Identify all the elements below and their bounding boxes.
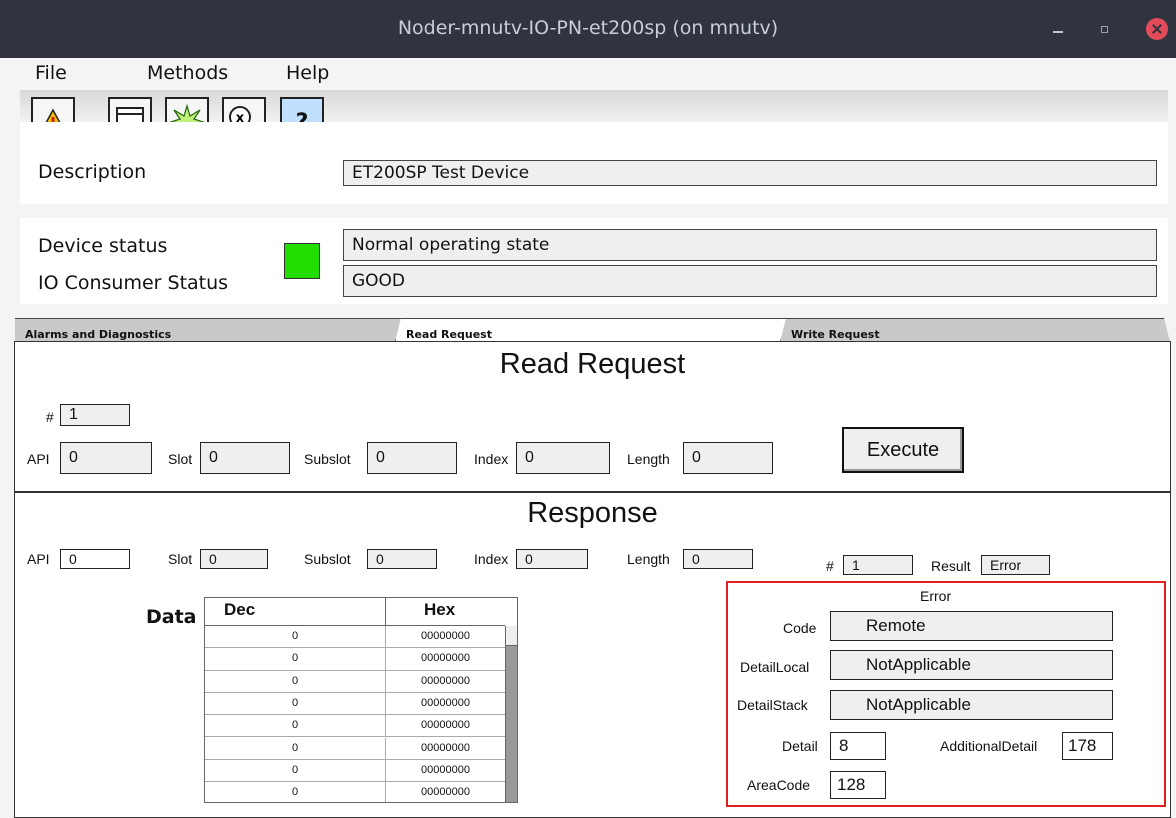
subslot-input[interactable]: 0 xyxy=(367,442,457,474)
table-row: 0 00000000 xyxy=(205,782,505,802)
tab-write-request[interactable]: Write Request xyxy=(780,318,1170,342)
request-number-field[interactable]: 1 xyxy=(60,404,130,426)
response-index-field: 0 xyxy=(516,549,588,569)
table-cell-dec: 0 xyxy=(205,692,386,715)
result-label: Result xyxy=(931,558,971,574)
title-bar: Noder-mnutv-IO-PN-et200sp (on mnutv) xyxy=(0,0,1176,58)
execute-button[interactable]: Execute xyxy=(842,427,964,473)
detail-stack-field: NotApplicable xyxy=(830,690,1113,720)
table-row: 0 00000000 xyxy=(205,626,505,649)
data-label: Data xyxy=(146,606,197,628)
menu-bar: File Methods Help xyxy=(0,58,1176,90)
request-number-label: # xyxy=(46,409,54,425)
response-api-field: 0 xyxy=(60,549,130,569)
table-row: 0 00000000 xyxy=(205,648,505,671)
read-request-title: Read Request xyxy=(499,348,686,380)
table-cell-hex: 00000000 xyxy=(421,763,470,776)
menu-methods[interactable]: Methods xyxy=(147,62,228,84)
maximize-button[interactable] xyxy=(1094,18,1116,40)
response-slot-label: Slot xyxy=(168,551,193,567)
index-label: Index xyxy=(474,451,509,467)
table-row: 0 00000000 xyxy=(205,737,505,760)
tab-alarms-and-diagnostics[interactable]: Alarms and Diagnostics xyxy=(15,318,405,342)
description-field[interactable]: ET200SP Test Device xyxy=(343,160,1157,186)
length-label: Length xyxy=(627,451,670,467)
response-index-label: Index xyxy=(474,551,509,567)
length-input[interactable]: 0 xyxy=(683,442,773,474)
minimize-button[interactable] xyxy=(1048,18,1070,40)
menu-help[interactable]: Help xyxy=(286,62,329,84)
table-row: 0 00000000 xyxy=(205,692,505,716)
device-status-field: Normal operating state xyxy=(343,229,1157,261)
table-cell-hex: 00000000 xyxy=(421,786,470,799)
detail-local-label: DetailLocal xyxy=(740,659,810,675)
table-cell-dec: 0 xyxy=(205,670,386,692)
table-header: Dec Hex xyxy=(205,598,505,626)
close-button[interactable] xyxy=(1146,18,1168,40)
table-row: 0 00000000 xyxy=(205,670,505,693)
table-cell-hex: 00000000 xyxy=(421,674,470,687)
result-field: Error xyxy=(981,555,1050,575)
device-status-label: Device status xyxy=(38,235,168,257)
response-number-label: # xyxy=(826,558,834,574)
detail-stack-label: DetailStack xyxy=(737,697,808,713)
table-scrollbar[interactable] xyxy=(505,626,517,802)
io-consumer-status-label: IO Consumer Status xyxy=(38,272,229,294)
column-header-dec[interactable]: Dec xyxy=(205,598,386,626)
additional-detail-field: 178 xyxy=(1062,732,1113,760)
scrollbar-top[interactable] xyxy=(505,626,517,646)
table-cell-hex: 00000000 xyxy=(421,719,470,732)
section-divider xyxy=(14,491,1171,493)
response-subslot-field: 0 xyxy=(367,549,437,569)
tab-read-request[interactable]: Read Request xyxy=(395,318,790,342)
table-cell-dec: 0 xyxy=(205,782,386,802)
column-header-hex[interactable]: Hex xyxy=(386,598,505,626)
area-code-label: AreaCode xyxy=(747,777,811,793)
data-table: Dec Hex 0 00000000 0 00000000 0 00000000 00… xyxy=(204,597,518,803)
table-cell-dec: 0 xyxy=(205,737,386,759)
detail-field: 8 xyxy=(830,732,886,760)
response-number-field: 1 xyxy=(843,555,913,575)
window-title: Noder-mnutv-IO-PN-et200sp (on mnutv) xyxy=(397,17,779,39)
detail-label: Detail xyxy=(782,738,818,754)
api-label: API xyxy=(27,451,50,467)
table-cell-hex: 00000000 xyxy=(421,630,470,642)
menu-file[interactable]: File xyxy=(35,62,67,84)
response-slot-field: 0 xyxy=(200,549,268,569)
table-cell-hex: 00000000 xyxy=(421,652,470,665)
response-length-label: Length xyxy=(627,551,670,567)
table-cell-dec: 0 xyxy=(205,715,386,737)
code-label: Code xyxy=(783,620,817,636)
response-title: Response xyxy=(527,497,658,529)
code-field: Remote xyxy=(830,611,1113,641)
table-cell-hex: 00000000 xyxy=(421,696,470,709)
slot-label: Slot xyxy=(168,451,193,467)
response-length-field: 0 xyxy=(683,549,753,569)
table-cell-dec: 0 xyxy=(205,759,386,782)
subslot-label: Subslot xyxy=(304,451,351,467)
table-cell-hex: 00000000 xyxy=(421,741,470,754)
detail-local-field: NotApplicable xyxy=(830,650,1113,680)
error-title: Error xyxy=(920,588,952,604)
description-label: Description xyxy=(38,161,147,183)
additional-detail-label: AdditionalDetail xyxy=(940,738,1038,754)
response-subslot-label: Subslot xyxy=(304,551,351,567)
response-api-label: API xyxy=(27,551,50,567)
table-row: 0 00000000 xyxy=(205,759,505,783)
status-indicator xyxy=(284,243,320,279)
slot-input[interactable]: 0 xyxy=(200,442,290,474)
table-cell-dec: 0 xyxy=(205,648,386,670)
table-cell-dec: 0 xyxy=(205,626,386,648)
table-row: 0 00000000 xyxy=(205,715,505,738)
api-input[interactable]: 0 xyxy=(60,442,152,474)
io-consumer-status-field: GOOD xyxy=(343,265,1157,297)
area-code-field: 128 xyxy=(830,771,886,799)
index-input[interactable]: 0 xyxy=(516,442,610,474)
